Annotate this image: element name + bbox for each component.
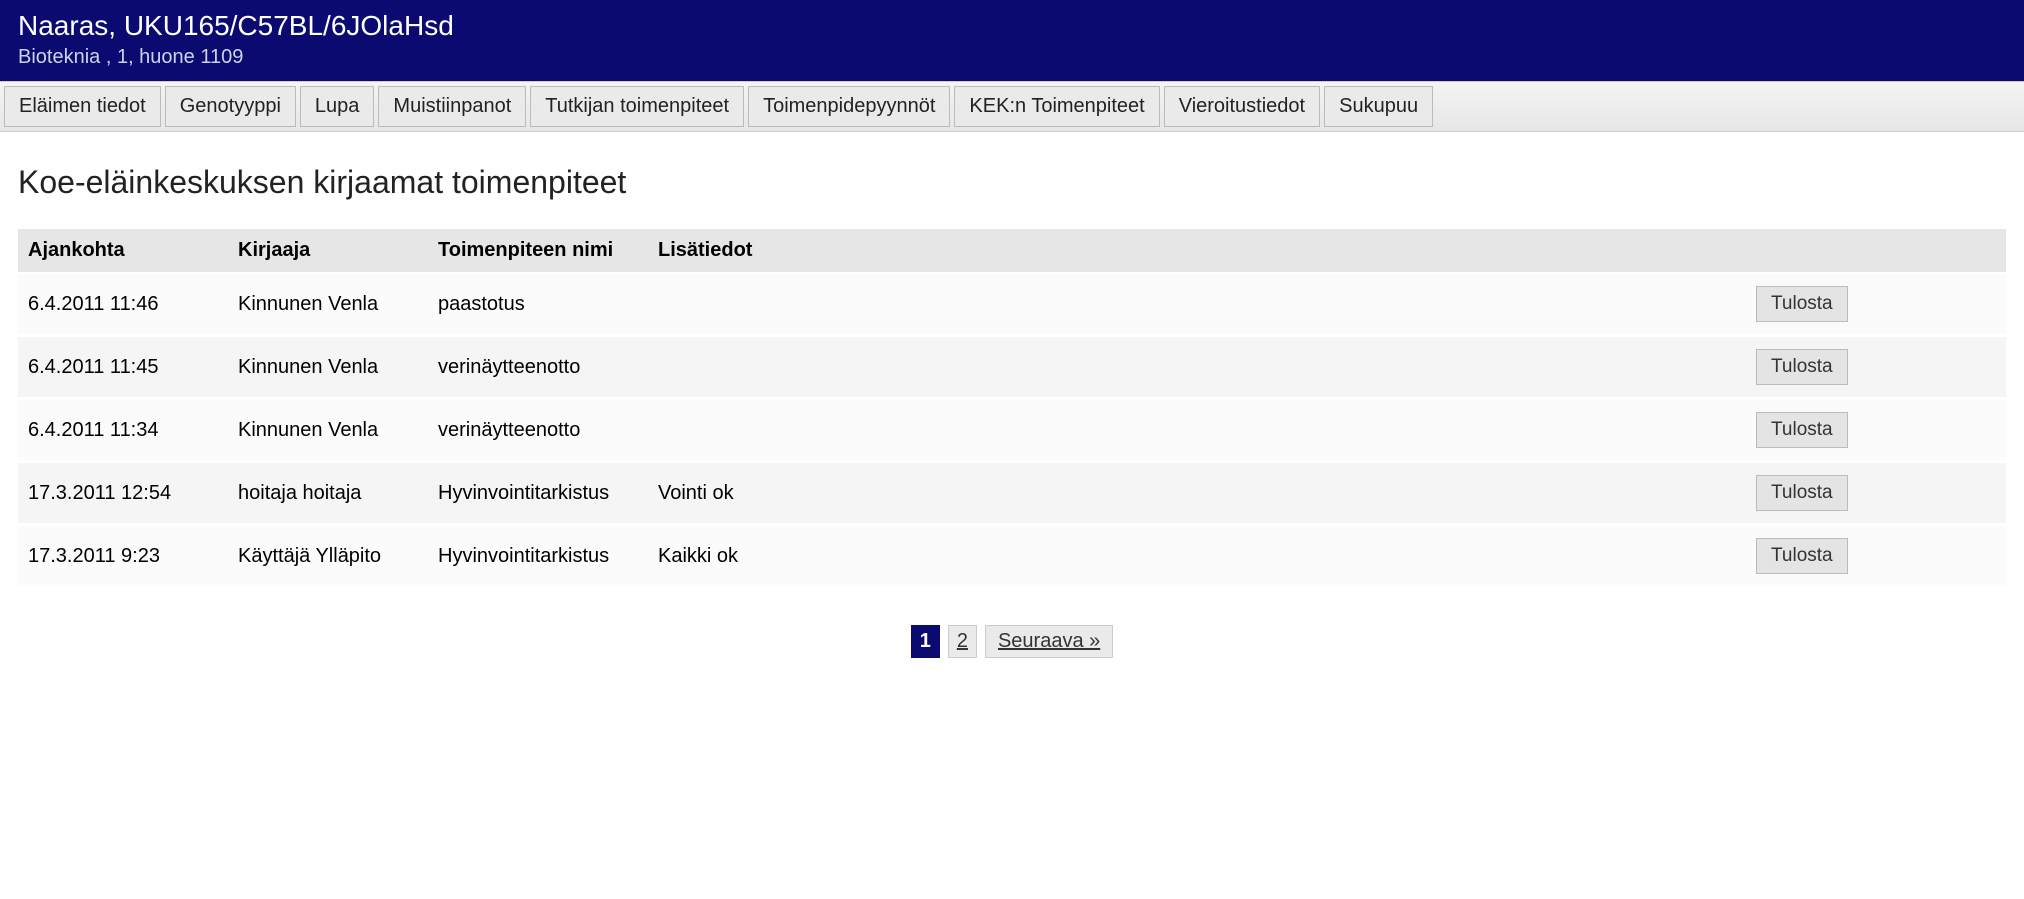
cell-name: Hyvinvointitarkistus [428,462,648,525]
cell-author: Kinnunen Venla [228,399,428,462]
cell-time: 6.4.2011 11:34 [18,399,228,462]
tab-vieroitustiedot[interactable]: Vieroitustiedot [1164,86,1320,127]
col-header-action [1746,229,2006,273]
page-title: Koe-eläinkeskuksen kirjaamat toimenpitee… [18,164,2006,201]
table-row: 6.4.2011 11:46 Kinnunen Venla paastotus … [18,273,2006,336]
cell-name: verinäytteenotto [428,399,648,462]
table-row: 6.4.2011 11:45 Kinnunen Venla verinäytte… [18,336,2006,399]
tab-tutkijan-toimenpiteet[interactable]: Tutkijan toimenpiteet [530,86,744,127]
cell-author: Käyttäjä Ylläpito [228,525,428,588]
col-header-name: Toimenpiteen nimi [428,229,648,273]
print-button[interactable]: Tulosta [1756,286,1848,322]
main-content: Koe-eläinkeskuksen kirjaamat toimenpitee… [0,132,2024,690]
print-button[interactable]: Tulosta [1756,412,1848,448]
tab-genotyyppi[interactable]: Genotyyppi [165,86,296,127]
procedures-table: Ajankohta Kirjaaja Toimenpiteen nimi Lis… [18,229,2006,589]
tab-bar: Eläimen tiedot Genotyyppi Lupa Muistiinp… [0,81,2024,132]
cell-info [648,399,1746,462]
col-header-time: Ajankohta [18,229,228,273]
page-link-1[interactable]: 1 [911,625,940,658]
animal-title: Naaras, UKU165/C57BL/6JOlaHsd [18,10,2006,42]
tab-muistiinpanot[interactable]: Muistiinpanot [378,86,526,127]
tab-elaimen-tiedot[interactable]: Eläimen tiedot [4,86,161,127]
cell-time: 6.4.2011 11:45 [18,336,228,399]
print-button[interactable]: Tulosta [1756,475,1848,511]
print-button[interactable]: Tulosta [1756,538,1848,574]
cell-time: 17.3.2011 9:23 [18,525,228,588]
cell-info: Vointi ok [648,462,1746,525]
next-page-link[interactable]: Seuraava » [985,625,1113,658]
tab-kek-toimenpiteet[interactable]: KEK:n Toimenpiteet [954,86,1159,127]
cell-name: verinäytteenotto [428,336,648,399]
cell-author: Kinnunen Venla [228,336,428,399]
animal-location: Bioteknia , 1, huone 1109 [18,46,2006,69]
col-header-author: Kirjaaja [228,229,428,273]
tab-sukupuu[interactable]: Sukupuu [1324,86,1433,127]
table-row: 17.3.2011 9:23 Käyttäjä Ylläpito Hyvinvo… [18,525,2006,588]
cell-author: hoitaja hoitaja [228,462,428,525]
cell-name: Hyvinvointitarkistus [428,525,648,588]
cell-info: Kaikki ok [648,525,1746,588]
cell-time: 6.4.2011 11:46 [18,273,228,336]
tab-lupa[interactable]: Lupa [300,86,375,127]
pager: 1 2 Seuraava » [18,625,2006,658]
page-link-2[interactable]: 2 [948,625,977,658]
cell-author: Kinnunen Venla [228,273,428,336]
cell-time: 17.3.2011 12:54 [18,462,228,525]
cell-info [648,336,1746,399]
print-button[interactable]: Tulosta [1756,349,1848,385]
tab-toimenpidepyynnot[interactable]: Toimenpidepyynnöt [748,86,950,127]
cell-info [648,273,1746,336]
col-header-info: Lisätiedot [648,229,1746,273]
table-row: 17.3.2011 12:54 hoitaja hoitaja Hyvinvoi… [18,462,2006,525]
cell-name: paastotus [428,273,648,336]
page-header: Naaras, UKU165/C57BL/6JOlaHsd Bioteknia … [0,0,2024,81]
table-row: 6.4.2011 11:34 Kinnunen Venla verinäytte… [18,399,2006,462]
